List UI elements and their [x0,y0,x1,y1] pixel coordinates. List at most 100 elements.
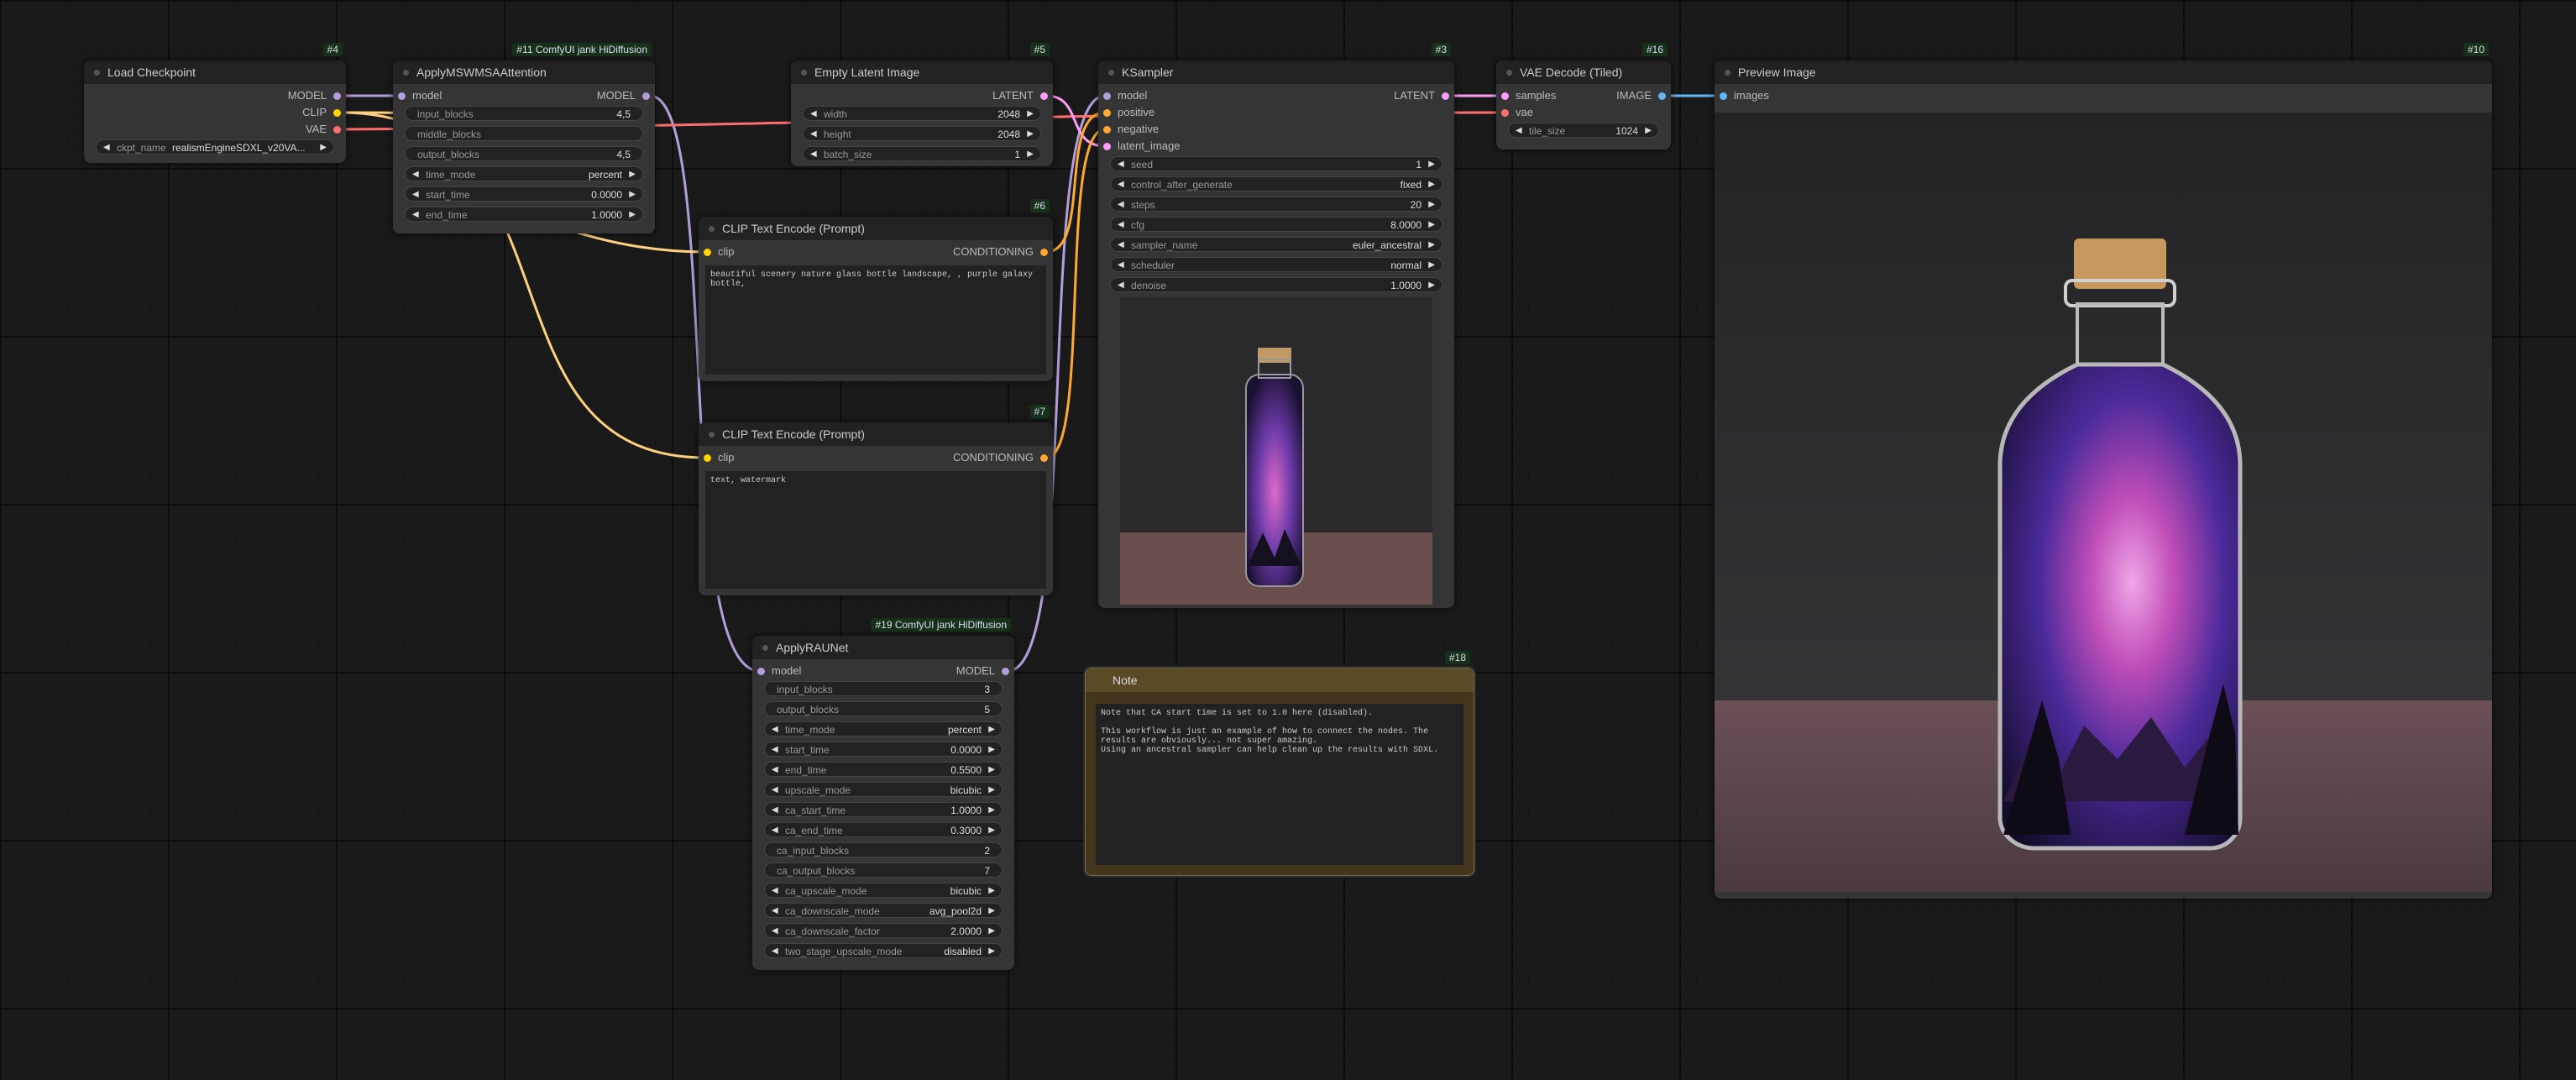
arrow-right-icon[interactable]: ▶ [1428,218,1435,233]
arrow-left-icon[interactable]: ◀ [1516,123,1522,139]
socket-icon[interactable] [1040,454,1048,463]
arrow-left-icon[interactable]: ◀ [810,127,817,142]
arrow-right-icon[interactable]: ▶ [988,803,995,818]
input-positive[interactable]: positive [1103,104,1154,121]
arrow-left-icon[interactable]: ◀ [1118,177,1124,192]
socket-icon[interactable] [333,92,341,101]
start-time-widget[interactable]: ◀ start_time 0.0000 ▶ [764,742,1003,757]
upscale-mode-widget[interactable]: ◀ upscale_mode bicubic ▶ [764,782,1003,797]
arrow-right-icon[interactable]: ▶ [988,763,995,778]
input-model[interactable]: model [398,87,442,104]
arrow-left-icon[interactable]: ◀ [772,924,778,939]
node-title[interactable]: ApplyRAUNet [752,636,1014,659]
output-conditioning[interactable]: CONDITIONING [953,449,1048,466]
arrow-right-icon[interactable]: ▶ [988,944,995,959]
sampler-name-widget[interactable]: ◀ sampler_name euler_ancestral ▶ [1110,237,1442,252]
node-title[interactable]: Preview Image [1715,60,2492,84]
arrow-right-icon[interactable]: ▶ [1428,177,1435,192]
output-model[interactable]: MODEL [288,87,341,104]
tile-size-widget[interactable]: ◀ tile_size 1024 ▶ [1508,123,1659,138]
node-title[interactable]: CLIP Text Encode (Prompt) [699,217,1053,240]
collapse-dot-icon[interactable] [94,70,100,76]
steps-widget[interactable]: ◀ steps 20 ▶ [1110,197,1442,212]
arrow-right-icon[interactable]: ▶ [988,924,995,939]
socket-icon[interactable] [1103,92,1111,101]
arrow-left-icon[interactable]: ◀ [1118,238,1124,253]
input-vae[interactable]: vae [1501,104,1533,121]
arrow-left-icon[interactable]: ◀ [412,187,419,202]
seed-widget[interactable]: ◀ seed 1 ▶ [1110,156,1442,171]
output-latent[interactable]: LATENT [1394,87,1449,104]
middle-blocks-widget[interactable]: middle_blocks [405,126,643,141]
output-latent[interactable]: LATENT [992,87,1048,104]
arrow-left-icon[interactable]: ◀ [772,803,778,818]
socket-icon[interactable] [1040,92,1048,101]
ksampler-node[interactable]: #3 KSampler model LATENT positive negativ… [1098,43,1454,608]
output-image[interactable]: IMAGE [1616,87,1666,104]
prompt-textarea[interactable] [705,265,1046,375]
node-title[interactable]: Load Checkpoint [84,60,346,84]
collapse-dot-icon[interactable] [709,432,715,438]
arrow-right-icon[interactable]: ▶ [988,722,995,737]
socket-icon[interactable] [1103,143,1111,151]
input-model[interactable]: model [1103,87,1147,104]
arrow-right-icon[interactable]: ▶ [629,187,636,202]
two-stage-upscale-mode-widget[interactable]: ◀ two_stage_upscale_mode disabled ▶ [764,943,1003,958]
arrow-left-icon[interactable]: ◀ [772,742,778,758]
cfg-widget[interactable]: ◀ cfg 8.0000 ▶ [1110,217,1442,232]
arrow-right-icon[interactable]: ▶ [1428,278,1435,293]
socket-icon[interactable] [704,249,711,257]
output-model[interactable]: MODEL [597,87,650,104]
collapse-dot-icon[interactable] [709,226,715,232]
arrow-left-icon[interactable]: ◀ [772,783,778,798]
arrow-left-icon[interactable]: ◀ [772,904,778,919]
socket-icon[interactable] [1501,109,1509,118]
scheduler-widget[interactable]: ◀ scheduler normal ▶ [1110,257,1442,272]
ca-downscale-factor-widget[interactable]: ◀ ca_downscale_factor 2.0000 ▶ [764,923,1003,938]
socket-icon[interactable] [1002,668,1009,676]
load-checkpoint-node[interactable]: #4 Load Checkpoint MODEL CLIP VAE ◀ ckpt_… [84,43,346,163]
arrow-right-icon[interactable]: ▶ [1645,123,1652,139]
arrow-right-icon[interactable]: ▶ [1428,238,1435,253]
arrow-right-icon[interactable]: ▶ [1428,258,1435,273]
node-title[interactable]: KSampler [1098,60,1454,84]
arrow-right-icon[interactable]: ▶ [1428,197,1435,212]
ckpt-name-widget[interactable]: ◀ ckpt_name realismEngineSDXL_v20VA... ▶ [96,139,334,155]
arrow-left-icon[interactable]: ◀ [772,883,778,899]
output-conditioning[interactable]: CONDITIONING [953,244,1048,260]
clip-text-encode-positive-node[interactable]: #6 CLIP Text Encode (Prompt) clip CONDITI… [699,199,1053,381]
socket-icon[interactable] [1103,126,1111,134]
arrow-right-icon[interactable]: ▶ [988,742,995,758]
arrow-left-icon[interactable]: ◀ [810,147,817,162]
socket-icon[interactable] [1442,92,1449,101]
socket-icon[interactable] [398,92,406,101]
time-mode-widget[interactable]: ◀ time_mode percent ▶ [764,721,1003,737]
end-time-widget[interactable]: ◀ end_time 0.5500 ▶ [764,762,1003,777]
arrow-left-icon[interactable]: ◀ [772,763,778,778]
input-blocks-widget[interactable]: input_blocks 3 [764,681,1003,696]
arrow-left-icon[interactable]: ◀ [772,722,778,737]
time-mode-widget[interactable]: ◀ time_mode percent ▶ [405,166,643,181]
arrow-right-icon[interactable]: ▶ [988,823,995,838]
batch-size-widget[interactable]: ◀ batch_size 1 ▶ [803,146,1041,161]
node-title[interactable]: Empty Latent Image [791,60,1053,84]
arrow-right-icon[interactable]: ▶ [629,167,636,182]
socket-icon[interactable] [333,109,341,118]
output-vae[interactable]: VAE [306,121,341,138]
arrow-right-icon[interactable]: ▶ [1027,147,1034,162]
arrow-left-icon[interactable]: ◀ [412,207,419,223]
ca-input-blocks-widget[interactable]: ca_input_blocks 2 [764,842,1003,857]
socket-icon[interactable] [642,92,650,101]
socket-icon[interactable] [1501,92,1509,101]
start-time-widget[interactable]: ◀ start_time 0.0000 ▶ [405,186,643,202]
arrow-right-icon[interactable]: ▶ [1027,127,1034,142]
ca-output-blocks-widget[interactable]: ca_output_blocks 7 [764,862,1003,878]
arrow-left-icon[interactable]: ◀ [810,107,817,122]
collapse-dot-icon[interactable] [1725,70,1730,76]
arrow-left-icon[interactable]: ◀ [772,823,778,838]
arrow-left-icon[interactable]: ◀ [1118,278,1124,293]
ca-start-time-widget[interactable]: ◀ ca_start_time 1.0000 ▶ [764,802,1003,817]
collapse-dot-icon[interactable] [1108,70,1114,76]
input-images[interactable]: images [1720,87,1769,104]
clip-text-encode-negative-node[interactable]: #7 CLIP Text Encode (Prompt) clip CONDITI… [699,405,1053,595]
